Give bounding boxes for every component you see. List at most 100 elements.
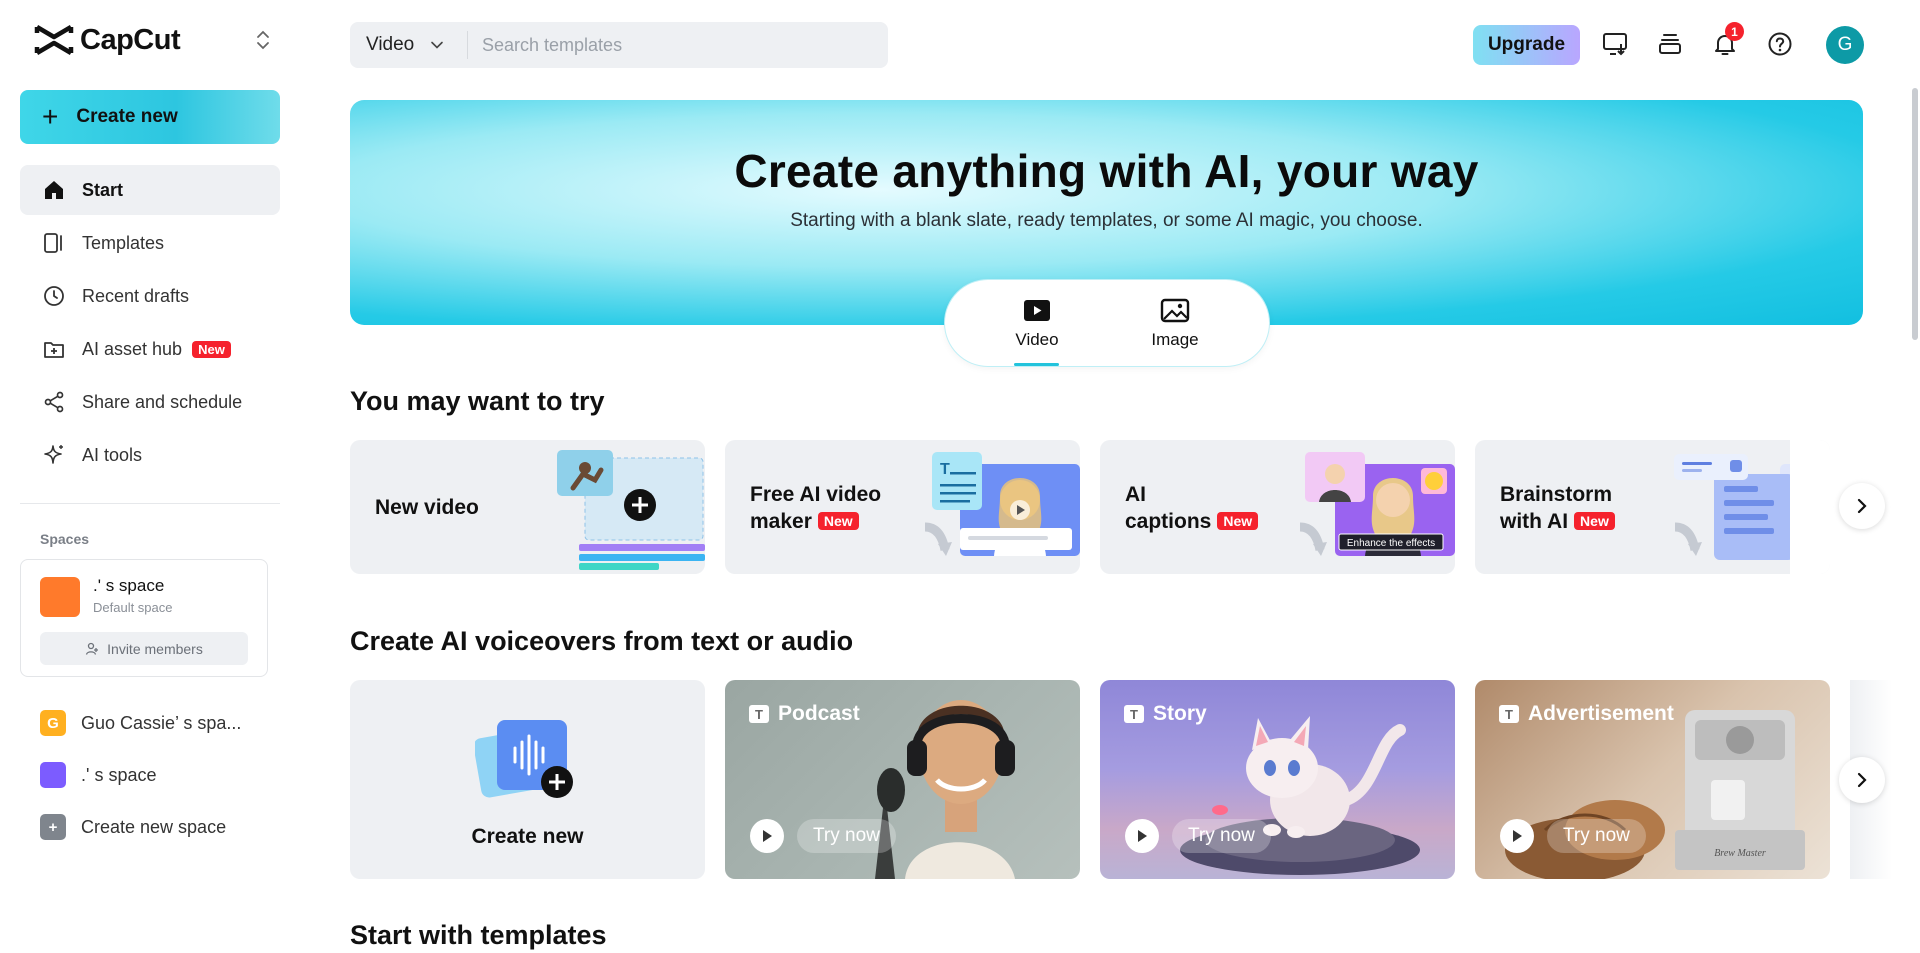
search-input[interactable] [482,34,862,56]
sidebar-item-label: AI asset hub [82,338,183,359]
card-title: T Podcast [749,702,860,726]
sidebar-item-start[interactable]: Start [20,165,280,215]
card-voice-advertisement[interactable]: Brew Master T Advertisement Try now [1475,680,1830,879]
desktop-download-button[interactable] [1598,27,1632,61]
caption-overlay-text: Enhance the effects [1347,538,1435,549]
card-voice-podcast[interactable]: T Podcast Try now [725,680,1080,879]
tab-label: Video [1015,330,1059,349]
space-item-guo-cassie[interactable]: G Guo Cassie’ s spa... [20,697,280,749]
card-brainstorm-ai[interactable]: Brainstorm with AI New [1475,440,1830,574]
image-icon [1160,298,1190,323]
space-subtitle: Default space [93,600,173,615]
tab-video[interactable]: Video [982,298,1092,350]
sidebar-divider [20,503,280,504]
sidebar-item-label: Share and schedule [82,391,243,412]
sparkle-icon [44,445,63,464]
card-label: Free AI video maker New [750,481,881,535]
space-avatar [40,577,80,617]
space-item-label: .' s space [81,764,157,785]
card-voice-story[interactable]: T Story Try now [1100,680,1455,879]
plus-icon: + [40,814,66,840]
tab-image[interactable]: Image [1120,298,1230,350]
search-type-dropdown[interactable]: Video [350,31,468,59]
card-voice-create-new[interactable]: Create new [350,680,705,879]
create-new-button[interactable]: + Create new [20,90,280,144]
clock-icon [44,286,64,306]
user-avatar[interactable]: G [1826,26,1864,64]
try-section-next-button[interactable] [1839,483,1885,529]
card-label-line1: AI [1125,483,1146,506]
plus-icon: + [42,101,59,132]
chevron-updown-icon[interactable] [252,28,274,52]
layers-button[interactable] [1653,27,1687,61]
space-icon: G [40,710,66,736]
invite-members-button[interactable]: Invite members [40,632,248,665]
play-icon [1138,830,1147,842]
play-button[interactable] [1125,819,1159,853]
play-button[interactable] [750,819,784,853]
card-title-label: Podcast [778,702,860,725]
try-now-button[interactable]: Try now [1172,819,1271,853]
sidebar-nav: Start Templates Recent drafts AI asset h… [20,165,280,483]
upgrade-button[interactable]: Upgrade [1473,25,1580,65]
search-type-label: Video [366,34,415,55]
desktop-download-icon [1603,33,1627,56]
current-space-card[interactable]: .' s space Default space Invite members [20,559,268,677]
space-list: G Guo Cassie’ s spa... .' s space + Crea… [20,697,280,853]
card-new-video[interactable]: New video [350,440,705,574]
card-ai-captions[interactable]: AI captions New Enhance the effects [1100,440,1455,574]
section-title-voiceovers: Create AI voiceovers from text or audio [350,626,854,656]
ai-captions-illustration: Enhance the effects [1299,452,1455,556]
notifications-button[interactable]: 1 [1708,22,1744,61]
create-new-label: Create new [76,106,178,127]
new-video-illustration [557,450,705,570]
chevron-down-icon [431,41,444,49]
card-title: T Advertisement [1499,702,1674,726]
card-label: New video [375,496,479,519]
sidebar-item-ai-asset-hub[interactable]: AI asset hub New [20,324,280,374]
play-button[interactable] [1500,819,1534,853]
section-title-templates: Start with templates [350,920,607,950]
video-icon [1024,300,1050,321]
chevron-right-icon [1857,772,1867,788]
play-icon [1513,830,1522,842]
hero-subtitle: Starting with a blank slate, ready templ… [790,210,1423,231]
card-label-line2: maker [750,510,812,533]
layers-icon [1659,34,1681,54]
asset-hub-icon [44,342,64,358]
media-type-toggle: Video Image [945,280,1269,366]
create-new-voice-label: Create new [471,825,584,848]
help-icon [1768,32,1792,56]
logo[interactable]: CapCut [34,22,274,58]
card-free-ai-video-maker[interactable]: Free AI video maker New T [725,440,1080,574]
machine-brand-text: Brew Master [1714,848,1766,859]
search-bar: Video [350,22,888,68]
space-item-label: Guo Cassie’ s spa... [81,712,242,733]
new-badge: New [817,512,859,530]
space-icon [40,762,66,788]
sidebar-item-recent-drafts[interactable]: Recent drafts [20,271,280,321]
active-tab-indicator [1014,363,1059,366]
svg-text:T: T [940,461,950,478]
try-now-button[interactable]: Try now [797,819,896,853]
card-label-line1: Brainstorm [1500,483,1613,506]
help-button[interactable] [1763,27,1797,61]
sidebar-item-ai-tools[interactable]: AI tools [20,430,280,480]
share-icon [44,391,64,413]
new-badge: New [1217,512,1259,530]
sidebar: CapCut + Create new Start Templates Rece… [0,0,300,953]
page-scrollbar[interactable] [1912,88,1918,340]
create-space-label: Create new space [81,816,227,837]
space-item-purple[interactable]: .' s space [20,749,280,801]
create-new-space-button[interactable]: + Create new space [20,801,280,853]
section-title-try: You may want to try [350,386,605,416]
invite-members-label: Invite members [107,640,203,657]
new-badge: New [192,340,231,358]
voice-section-next-button[interactable] [1839,757,1885,803]
ai-video-maker-illustration: T [924,452,1080,556]
try-now-button[interactable]: Try now [1547,819,1646,853]
card-label-line2: captions [1125,510,1212,533]
sidebar-item-templates[interactable]: Templates [20,218,280,268]
sidebar-item-share-schedule[interactable]: Share and schedule [20,377,280,427]
card-label-line1: Free AI video [750,483,882,506]
